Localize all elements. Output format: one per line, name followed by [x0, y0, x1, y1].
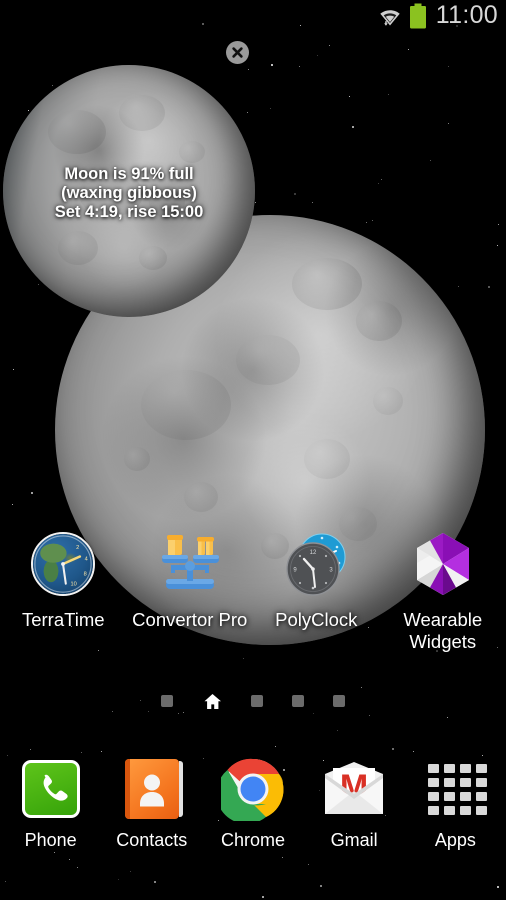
page-dot-4[interactable]: [292, 695, 304, 707]
polyclock-icon: 12 3 9: [280, 528, 352, 600]
phone-icon: [17, 755, 85, 823]
svg-text:10: 10: [71, 582, 77, 588]
dock-item-gmail[interactable]: M Gmail: [304, 755, 405, 875]
convertor-pro-icon: [154, 528, 226, 600]
app-convertor-pro[interactable]: Convertor Pro: [127, 528, 254, 653]
page-dot-5[interactable]: [333, 695, 345, 707]
contacts-icon: [118, 755, 186, 823]
svg-text:2: 2: [76, 545, 79, 551]
app-label: Convertor Pro: [132, 609, 248, 630]
dock-label: Gmail: [330, 830, 378, 850]
app-icon-row: 2 4 8 10 TerraTime Convertor Pro 12 3 9 …: [0, 528, 506, 653]
app-terratime[interactable]: 2 4 8 10 TerraTime: [0, 528, 127, 653]
dock-item-phone[interactable]: Phone: [0, 755, 101, 875]
dock-label: Chrome: [220, 830, 285, 850]
dock-label: Phone: [24, 830, 77, 850]
battery-icon: [409, 3, 427, 29]
gmail-icon: M: [320, 755, 388, 823]
dock-label: Apps: [434, 830, 476, 850]
moon-widget-line2: (waxing gibbous): [61, 184, 197, 202]
apps-grid-icon: [421, 755, 489, 823]
status-clock: 11:00: [435, 0, 498, 29]
app-label: PolyClock: [275, 609, 358, 630]
app-polyclock[interactable]: 12 3 9 PolyClock: [253, 528, 380, 653]
dock-label: Contacts: [116, 830, 188, 850]
status-bar[interactable]: 11:00: [0, 0, 506, 32]
svg-text:12: 12: [310, 550, 317, 556]
app-label: Wearable Widgets: [403, 609, 483, 652]
home-icon[interactable]: [202, 692, 222, 710]
close-icon[interactable]: [226, 41, 249, 64]
page-dot-1[interactable]: [161, 695, 173, 707]
dock: Phone Contacts Chrome M Gmail Apps: [0, 755, 506, 875]
app-label: TerraTime: [21, 609, 105, 630]
home-screen: 11:00 Moon is 91% full (waxing gibbous) …: [0, 0, 506, 900]
terratime-icon: 2 4 8 10: [27, 528, 99, 600]
moon-phase-widget[interactable]: Moon is 91% full (waxing gibbous) Set 4:…: [3, 65, 255, 317]
dock-item-apps[interactable]: Apps: [405, 755, 506, 875]
app-wearable-widgets[interactable]: Wearable Widgets: [380, 528, 506, 653]
wifi-icon: [378, 4, 402, 28]
moon-widget-text: Moon is 91% full (waxing gibbous) Set 4:…: [3, 165, 255, 222]
svg-text:4: 4: [85, 556, 88, 562]
svg-text:8: 8: [84, 571, 87, 577]
moon-widget-line3: Set 4:19, rise 15:00: [54, 203, 204, 221]
page-indicator: [0, 692, 506, 710]
dock-item-contacts[interactable]: Contacts: [101, 755, 202, 875]
dock-item-chrome[interactable]: Chrome: [202, 755, 303, 875]
page-dot-3[interactable]: [251, 695, 263, 707]
wearable-widgets-icon: [407, 528, 479, 600]
moon-widget-line1: Moon is 91% full: [64, 165, 194, 183]
chrome-icon: [219, 755, 287, 823]
